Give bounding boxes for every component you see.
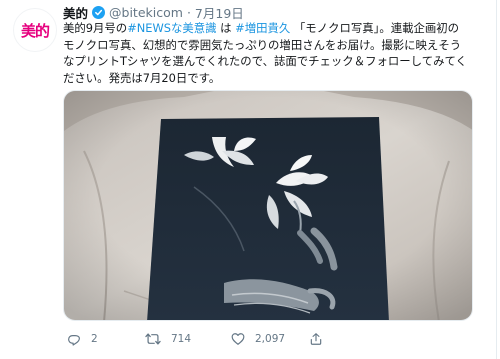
separator-dot: ·	[186, 4, 191, 20]
reply-button[interactable]: 2	[67, 330, 98, 348]
avatar[interactable]: 美的	[13, 8, 57, 52]
heart-icon	[231, 333, 245, 345]
retweet-count: 714	[171, 333, 192, 345]
tweet-actions: 2 714 2,097	[63, 330, 483, 348]
like-count: 2,097	[255, 333, 286, 345]
share-icon	[310, 333, 322, 345]
tweet-text: 美的9月号の#NEWSな美意識 は #増田貴久 「モノクロ写真」。連載企画初のモ…	[63, 20, 469, 86]
hashtag-link[interactable]: #増田貴久	[235, 21, 290, 35]
printed-tshirt-photo	[64, 91, 472, 320]
tweet-text-segment: は	[216, 21, 236, 35]
retweet-button[interactable]: 714	[145, 330, 191, 348]
reply-count: 2	[91, 333, 98, 345]
author-name[interactable]: 美的	[63, 3, 88, 22]
tweet-media-photo[interactable]	[63, 90, 473, 321]
verified-badge-icon	[92, 5, 106, 19]
like-button[interactable]: 2,097	[231, 330, 285, 348]
tweet-date[interactable]: 7月19日	[195, 3, 244, 22]
column-divider	[496, 0, 497, 359]
retweet-icon	[145, 333, 161, 345]
tweet-header: 美的 @bitekicom · 7月19日	[63, 3, 244, 21]
avatar-logo: 美的	[20, 21, 50, 40]
author-handle[interactable]: @bitekicom	[109, 5, 183, 20]
share-button[interactable]	[309, 330, 333, 348]
tweet-text-segment: 美的9月号の	[63, 21, 128, 35]
hashtag-link[interactable]: #NEWSな美意識	[127, 21, 216, 35]
reply-icon	[68, 335, 80, 346]
